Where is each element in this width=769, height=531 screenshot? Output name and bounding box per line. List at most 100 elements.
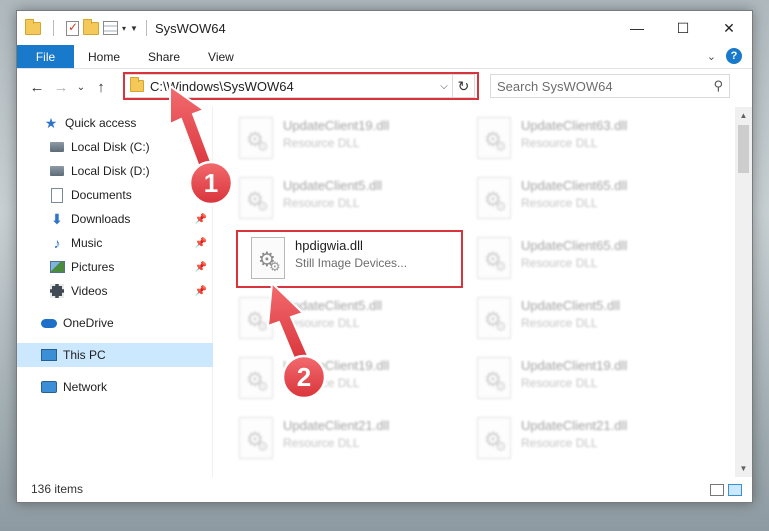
file-item-hpdigwia[interactable]: ⚙ ⚙ hpdigwia.dll Still Image Devices... xyxy=(241,231,471,289)
drive-icon xyxy=(50,142,64,152)
nav-item-quick-access[interactable]: ★ Quick access xyxy=(17,111,213,135)
file-type: Resource DLL xyxy=(283,436,360,450)
nav-item-music[interactable]: ♪ Music 📌 xyxy=(17,231,213,255)
dll-file-icon: ⚙ ⚙ xyxy=(477,357,511,399)
file-item[interactable]: ⚙ ⚙ UpdateClient5.dll Resource DLL xyxy=(229,291,459,349)
file-item[interactable]: ⚙ ⚙ UpdateClient5.dll Resource DLL xyxy=(467,291,697,349)
file-type: Still Image Devices... xyxy=(295,256,408,270)
nav-item-this-pc[interactable]: This PC xyxy=(17,343,213,367)
nav-item-pictures[interactable]: Pictures 📌 xyxy=(17,255,213,279)
file-name: UpdateClient65.dll xyxy=(521,178,628,193)
quick-access-toolbar: ▾ ▼ xyxy=(17,18,138,36)
nav-item-label: Documents xyxy=(71,188,132,202)
expand-ribbon-icon[interactable]: ⌄ xyxy=(707,50,716,63)
nav-item-network[interactable]: Network xyxy=(17,375,213,399)
file-item[interactable]: ⚙ ⚙ UpdateClient63.dll Resource DLL xyxy=(467,111,697,169)
file-name: UpdateClient19.dll xyxy=(283,358,390,373)
nav-item-downloads[interactable]: ⬇ Downloads 📌 xyxy=(17,207,213,231)
dll-file-icon: ⚙ ⚙ xyxy=(477,417,511,459)
vertical-scrollbar[interactable]: ▲ ▼ xyxy=(735,107,752,477)
tab-share[interactable]: Share xyxy=(134,45,194,68)
file-name: UpdateClient65.dll xyxy=(521,238,628,253)
nav-item-label: This PC xyxy=(63,348,106,362)
file-name: UpdateClient5.dll xyxy=(521,298,621,313)
file-name: UpdateClient19.dll xyxy=(521,358,628,373)
scroll-down-icon[interactable]: ▼ xyxy=(735,460,752,477)
search-input[interactable] xyxy=(497,78,714,94)
nav-item-label: Downloads xyxy=(71,212,131,226)
file-item[interactable]: ⚙ ⚙ UpdateClient19.dll Resource DLL xyxy=(229,351,459,409)
file-item[interactable]: ⚙ ⚙ UpdateClient65.dll Resource DLL xyxy=(467,231,697,289)
nav-item-label: Network xyxy=(63,380,108,394)
nav-item-label: Videos xyxy=(71,284,108,298)
nav-item-local-disk-d[interactable]: Local Disk (D:) xyxy=(17,159,213,183)
file-item[interactable]: ⚙ ⚙ UpdateClient5.dll Resource DLL xyxy=(229,171,459,229)
computer-icon xyxy=(41,349,57,361)
new-folder-icon[interactable] xyxy=(83,18,99,35)
pin-icon[interactable]: 📌 xyxy=(195,262,207,273)
close-button[interactable]: ✕ xyxy=(706,11,752,45)
folder-icon xyxy=(130,77,144,92)
file-name: UpdateClient63.dll xyxy=(521,118,628,133)
tab-view[interactable]: View xyxy=(194,45,248,68)
pin-icon[interactable]: 📌 xyxy=(195,238,207,249)
item-count: 136 items xyxy=(31,482,84,496)
nav-item-videos[interactable]: Videos 📌 xyxy=(17,279,213,303)
search-box[interactable]: ⚲ xyxy=(490,74,730,98)
folder-icon[interactable] xyxy=(25,18,41,35)
file-name: UpdateClient21.dll xyxy=(521,418,628,433)
details-view-icon[interactable] xyxy=(710,484,724,496)
tab-home[interactable]: Home xyxy=(74,45,134,68)
file-item[interactable]: ⚙ ⚙ UpdateClient21.dll Resource DLL xyxy=(467,411,697,469)
chevron-down-icon[interactable]: ▾ xyxy=(122,24,126,33)
file-item[interactable]: ⚙ ⚙ UpdateClient65.dll Resource DLL xyxy=(467,171,697,229)
recent-locations-chevron-icon[interactable]: ⌄ xyxy=(73,82,89,93)
file-type: Resource DLL xyxy=(283,136,360,150)
address-bar[interactable]: C:\Windows\SysWOW64 ⌵ ↻ xyxy=(123,74,475,98)
help-icon[interactable]: ? xyxy=(726,48,742,64)
scrollbar-thumb[interactable] xyxy=(738,125,749,173)
file-type: Resource DLL xyxy=(283,316,360,330)
nav-item-local-disk-c[interactable]: Local Disk (C:) xyxy=(17,135,213,159)
minimize-button[interactable]: — xyxy=(614,11,660,45)
dll-file-icon: ⚙ ⚙ xyxy=(477,177,511,219)
tab-file[interactable]: File xyxy=(17,45,74,68)
up-arrow-icon[interactable]: ↑ xyxy=(89,79,113,96)
file-name: UpdateClient21.dll xyxy=(283,418,390,433)
download-arrow-icon: ⬇ xyxy=(51,210,63,227)
cloud-icon xyxy=(41,318,57,328)
pin-icon[interactable]: 📌 xyxy=(195,214,207,225)
documents-icon xyxy=(51,187,63,203)
file-type: Resource DLL xyxy=(283,196,360,210)
network-icon xyxy=(41,381,57,393)
properties-icon[interactable] xyxy=(103,21,118,35)
address-path[interactable]: C:\Windows\SysWOW64 xyxy=(150,79,436,94)
divider xyxy=(145,20,147,36)
refresh-icon[interactable]: ↻ xyxy=(452,75,474,97)
back-arrow-icon[interactable]: ← xyxy=(25,79,49,96)
file-item[interactable]: ⚙ ⚙ UpdateClient19.dll Resource DLL xyxy=(467,351,697,409)
chevron-down-icon[interactable]: ⌵ xyxy=(436,81,452,92)
nav-item-label: Local Disk (C:) xyxy=(71,140,150,154)
properties-check-icon[interactable] xyxy=(66,20,79,36)
search-icon[interactable]: ⚲ xyxy=(713,78,723,94)
pin-icon[interactable]: 📌 xyxy=(195,286,207,297)
forward-arrow-icon[interactable]: → xyxy=(49,79,73,96)
music-note-icon: ♪ xyxy=(53,235,61,251)
scroll-up-icon[interactable]: ▲ xyxy=(735,107,752,124)
star-icon: ★ xyxy=(44,114,58,131)
customize-toolbar-icon[interactable]: ▼ xyxy=(130,24,138,33)
dll-file-icon: ⚙ ⚙ xyxy=(477,237,511,279)
file-type: Resource DLL xyxy=(521,376,598,390)
nav-item-onedrive[interactable]: OneDrive xyxy=(17,311,213,335)
file-name: UpdateClient19.dll xyxy=(283,118,390,133)
nav-item-label: Quick access xyxy=(65,116,137,130)
maximize-button[interactable]: ☐ xyxy=(660,11,706,45)
file-type: Resource DLL xyxy=(521,436,598,450)
file-explorer-window: ▾ ▼ SysWOW64 — ☐ ✕ File Home Share View … xyxy=(16,10,753,503)
divider xyxy=(53,20,54,36)
tiles-view-icon[interactable] xyxy=(728,484,742,496)
file-item[interactable]: ⚙ ⚙ UpdateClient21.dll Resource DLL xyxy=(229,411,459,469)
file-item[interactable]: ⚙ ⚙ UpdateClient19.dll Resource DLL xyxy=(229,111,459,169)
nav-item-documents[interactable]: Documents xyxy=(17,183,213,207)
